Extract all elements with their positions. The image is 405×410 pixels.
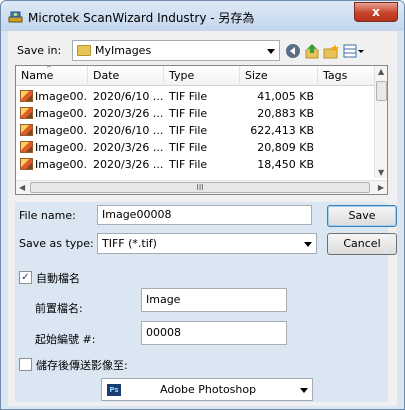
horizontal-scrollbar[interactable]: ◀ III ▶	[16, 180, 387, 194]
file-name-cell: Image00...	[20, 139, 88, 156]
folder-star-icon	[323, 44, 339, 59]
file-name: Image00...	[35, 107, 88, 120]
start-number-label: 起始編號 #:	[35, 333, 96, 346]
send-after-save-label: 儲存後傳送影像至:	[36, 359, 128, 372]
file-type: TIF File	[169, 107, 208, 120]
file-name-cell: Image00...	[20, 122, 88, 139]
options-pane: File name: Image00008 Save Save as type:…	[15, 202, 397, 402]
prefix-input[interactable]: Image	[141, 288, 287, 312]
file-name-cell: Image00...	[20, 88, 88, 105]
save-in-folder: MyImages	[95, 44, 152, 57]
tif-image-icon	[20, 158, 33, 170]
file-size: 20,883 KB	[257, 107, 314, 120]
file-size: 622,413 KB	[250, 124, 314, 137]
photoshop-icon: Ps	[107, 384, 121, 396]
file-name: Image00...	[35, 124, 88, 137]
target-app-value: Adobe Photoshop	[160, 383, 257, 396]
chevron-down-icon	[300, 387, 308, 393]
target-app-dropdown[interactable]: Ps Adobe Photoshop	[101, 378, 313, 401]
file-date: 2020/3/26 ...	[93, 158, 164, 171]
file-size: 18,450 KB	[257, 158, 314, 171]
up-arrow-icon	[305, 44, 319, 59]
window-title: Microtek ScanWizard Industry - 另存為	[28, 11, 255, 25]
chevron-down-icon	[267, 48, 275, 54]
column-date-label: Date	[93, 69, 120, 82]
tif-image-icon	[20, 124, 33, 136]
grid-view-icon	[343, 44, 364, 58]
file-size: 41,005 KB	[257, 90, 314, 103]
column-type[interactable]: Type	[164, 66, 240, 86]
dialog-body: Save in: MyImages Name ^ Date Type Size …	[8, 31, 397, 406]
column-size-label: Size	[245, 69, 268, 82]
column-size[interactable]: Size	[240, 66, 318, 86]
save-button[interactable]: Save	[327, 205, 397, 227]
scroll-left-icon[interactable]: ◀	[19, 183, 25, 192]
tif-image-icon	[20, 90, 33, 102]
save-type-value: TIFF (*.tif)	[102, 237, 157, 250]
save-type-label: Save as type:	[19, 237, 94, 250]
file-row[interactable]: Image00... 2020/3/26 ... TIF File 20,883…	[16, 105, 376, 122]
scroll-right-icon[interactable]: ▶	[378, 183, 384, 192]
vertical-scrollbar[interactable]: ▲ ▼	[374, 66, 387, 178]
scanner-app-icon	[8, 11, 23, 23]
vertical-scroll-thumb[interactable]	[376, 81, 387, 101]
scroll-grip: III	[196, 183, 204, 192]
views-menu-icon[interactable]	[342, 43, 366, 59]
column-date[interactable]: Date	[88, 66, 164, 86]
file-row[interactable]: Image00... 2020/3/26 ... TIF File 20,809…	[16, 139, 376, 156]
save-in-dropdown[interactable]: MyImages	[72, 40, 280, 61]
save-as-dialog: Microtek ScanWizard Industry - 另存為 x Sav…	[0, 0, 405, 410]
back-arrow-icon	[286, 44, 300, 58]
back-icon[interactable]	[284, 43, 302, 59]
horizontal-scroll-thumb[interactable]: III	[30, 182, 370, 193]
column-tags[interactable]: Tags	[318, 66, 376, 86]
up-folder-icon[interactable]	[303, 43, 321, 59]
file-list-header: Name ^ Date Type Size Tags	[16, 66, 376, 86]
file-name: Image00...	[35, 158, 88, 171]
save-type-dropdown[interactable]: TIFF (*.tif)	[97, 233, 317, 254]
folder-icon	[77, 45, 91, 56]
file-date: 2020/6/10 ...	[93, 90, 164, 103]
file-name-input[interactable]: Image00008	[97, 205, 312, 225]
file-date: 2020/3/26 ...	[93, 141, 164, 154]
file-type: TIF File	[169, 141, 208, 154]
file-row[interactable]: Image00... 2020/3/26 ... TIF File 18,450…	[16, 156, 376, 173]
file-date: 2020/3/26 ...	[93, 107, 164, 120]
save-in-label: Save in:	[17, 44, 62, 57]
file-size: 20,809 KB	[257, 141, 314, 154]
title-bar[interactable]: Microtek ScanWizard Industry - 另存為 x	[1, 1, 404, 31]
file-name: Image00...	[35, 141, 88, 154]
scroll-up-icon[interactable]: ▲	[378, 67, 384, 76]
auto-naming-label: 自動檔名	[36, 272, 80, 285]
column-type-label: Type	[169, 69, 195, 82]
sort-ascending-icon: ^	[46, 65, 52, 73]
tif-image-icon	[20, 107, 33, 119]
file-type: TIF File	[169, 124, 208, 137]
new-folder-icon[interactable]	[322, 43, 340, 59]
file-name-cell: Image00...	[20, 105, 88, 122]
file-row[interactable]: Image00... 2020/6/10 ... TIF File 41,005…	[16, 88, 376, 105]
send-after-save-checkbox[interactable]	[19, 358, 32, 371]
close-button[interactable]: x	[354, 2, 398, 22]
file-date: 2020/6/10 ...	[93, 124, 164, 137]
file-row[interactable]: Image00... 2020/6/10 ... TIF File 622,41…	[16, 122, 376, 139]
column-name[interactable]: Name ^	[16, 66, 88, 86]
file-name-label: File name:	[19, 209, 76, 222]
auto-naming-checkbox[interactable]: ✓	[19, 271, 32, 284]
file-type: TIF File	[169, 90, 208, 103]
file-type: TIF File	[169, 158, 208, 171]
file-list[interactable]: Name ^ Date Type Size Tags Image00... 20…	[15, 65, 388, 195]
scroll-down-icon[interactable]: ▼	[378, 168, 384, 177]
cancel-button[interactable]: Cancel	[327, 233, 397, 255]
prefix-label: 前置檔名:	[35, 302, 83, 315]
file-name: Image00...	[35, 90, 88, 103]
tif-image-icon	[20, 141, 33, 153]
file-name-cell: Image00...	[20, 156, 88, 173]
start-number-input[interactable]: 00008	[141, 321, 287, 345]
column-tags-label: Tags	[323, 69, 348, 82]
chevron-down-icon	[304, 241, 312, 247]
